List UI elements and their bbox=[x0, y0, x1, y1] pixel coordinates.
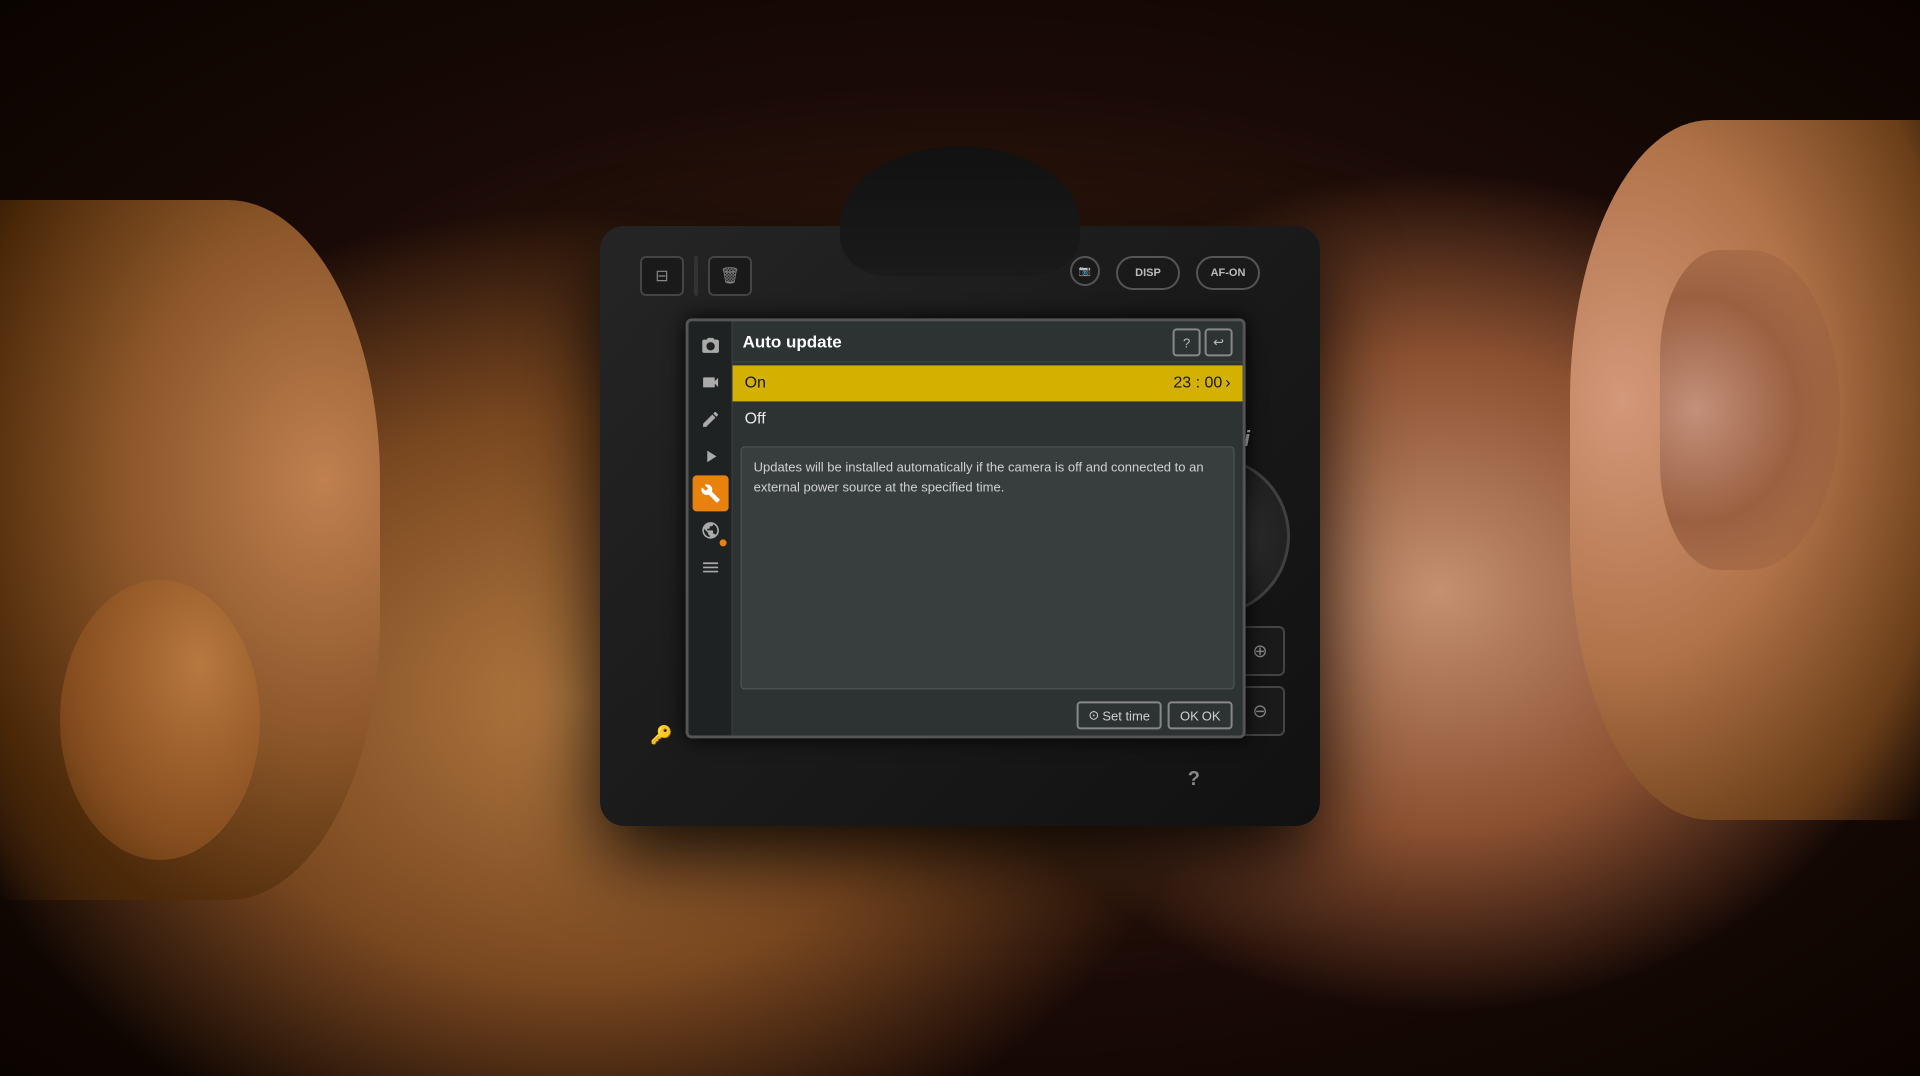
menu-item-on-value-area: 23 : 00 › bbox=[1173, 374, 1230, 392]
scene: ⊟ 🗑 🔑 📷 DISP AF-ON ▶ i OK ⊕ MENU ⊖ ▶ bbox=[0, 0, 1920, 1076]
sidebar-pencil-icon[interactable] bbox=[692, 401, 728, 437]
top-left-buttons: ⊟ 🗑 bbox=[640, 256, 752, 296]
sidebar-camera-icon[interactable] bbox=[692, 327, 728, 363]
help-header-button[interactable]: ? bbox=[1173, 328, 1201, 356]
screen-title: Auto update bbox=[743, 332, 842, 352]
menu-item-on-value: 23 : 00 bbox=[1173, 374, 1222, 392]
camera-body: ⊟ 🗑 🔑 📷 DISP AF-ON ▶ i OK ⊕ MENU ⊖ ▶ bbox=[600, 226, 1320, 826]
screen-footer: ⊙ Set time OK OK bbox=[733, 695, 1243, 735]
lcd-main-content: Auto update ? ↩ On 23 : 00 › bbox=[733, 321, 1243, 735]
menu-item-on[interactable]: On 23 : 00 › bbox=[733, 365, 1243, 401]
set-time-button[interactable]: ⊙ Set time bbox=[1076, 701, 1162, 729]
top-right-buttons: 📷 DISP AF-ON bbox=[1070, 256, 1260, 290]
sidebar-play-icon[interactable] bbox=[692, 438, 728, 474]
ok-footer-button[interactable]: OK OK bbox=[1168, 701, 1233, 729]
set-time-label: Set time bbox=[1102, 708, 1150, 723]
divider bbox=[694, 256, 698, 296]
ok-footer-icon: OK bbox=[1180, 708, 1199, 723]
header-buttons: ? ↩ bbox=[1173, 328, 1233, 356]
right-fingers bbox=[1660, 250, 1840, 570]
sidebar-wrench-icon[interactable] bbox=[692, 475, 728, 511]
sidebar-globe-icon[interactable] bbox=[692, 512, 728, 548]
back-header-button[interactable]: ↩ bbox=[1205, 328, 1233, 356]
info-box: Updates will be installed automatically … bbox=[741, 446, 1235, 689]
camera-mode-icon[interactable]: 📷 bbox=[1070, 256, 1100, 286]
playback-button[interactable]: ⊟ bbox=[640, 256, 684, 296]
menu-item-off-label: Off bbox=[745, 410, 766, 428]
menu-item-on-label: On bbox=[745, 374, 766, 392]
screen-header: Auto update ? ↩ bbox=[733, 321, 1243, 362]
sidebar-stack-icon[interactable] bbox=[692, 549, 728, 585]
key-icon: 🔑 bbox=[650, 725, 672, 746]
af-on-button[interactable]: AF-ON bbox=[1196, 256, 1260, 290]
delete-button[interactable]: 🗑 bbox=[708, 256, 752, 296]
menu-list: On 23 : 00 › Off bbox=[733, 362, 1243, 440]
menu-item-on-chevron: › bbox=[1225, 374, 1230, 392]
help-button[interactable]: ? bbox=[1188, 768, 1200, 791]
menu-item-off[interactable]: Off bbox=[733, 401, 1243, 437]
info-text: Updates will be installed automatically … bbox=[754, 457, 1222, 497]
sidebar-video-icon[interactable] bbox=[692, 364, 728, 400]
disp-button[interactable]: DISP bbox=[1116, 256, 1180, 290]
ok-footer-label: OK bbox=[1202, 708, 1221, 723]
lcd-screen: Auto update ? ↩ On 23 : 00 › bbox=[686, 318, 1246, 738]
set-time-icon: ⊙ bbox=[1088, 707, 1099, 723]
left-thumb bbox=[60, 580, 260, 860]
sidebar bbox=[689, 321, 733, 735]
globe-notification-dot bbox=[719, 539, 726, 546]
